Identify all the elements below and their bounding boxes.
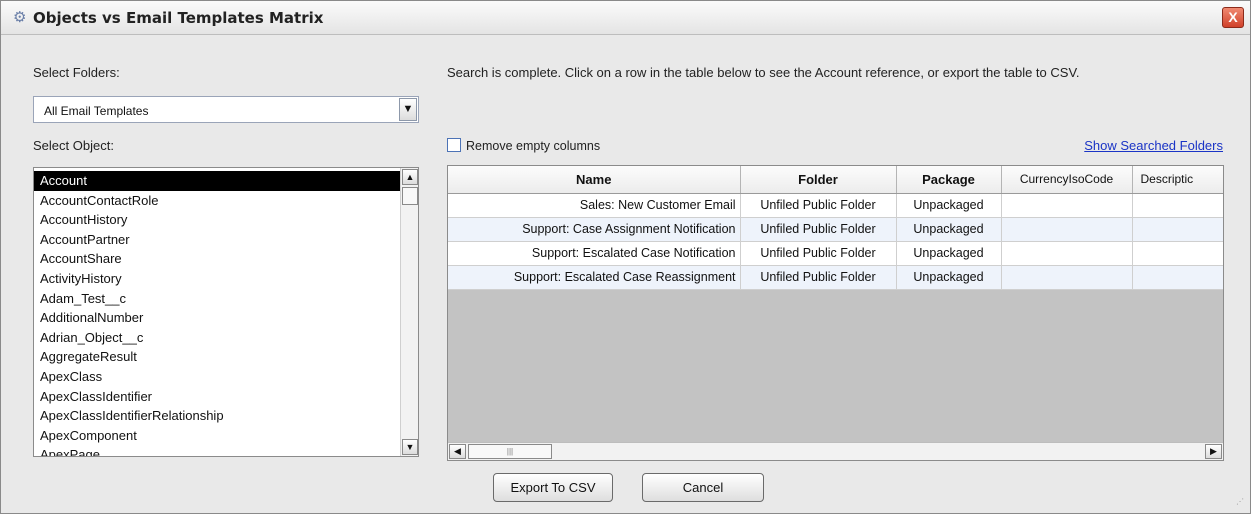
list-item-selected[interactable]: Account — [34, 171, 400, 191]
cell-folder[interactable]: Unfiled Public Folder — [740, 241, 897, 266]
cell-currency[interactable] — [1001, 217, 1133, 242]
list-item[interactable]: ApexClass — [34, 367, 400, 387]
table-row[interactable]: Support: Case Assignment Notification Un… — [448, 217, 1223, 242]
list-item[interactable]: ApexPage — [34, 445, 400, 456]
title-bar[interactable]: ⚙ Objects vs Email Templates Matrix X — [1, 1, 1250, 35]
remove-empty-columns-label[interactable]: Remove empty columns — [466, 139, 600, 153]
scroll-down-icon[interactable]: ▼ — [402, 439, 418, 455]
cell-name[interactable]: Support: Escalated Case Notification — [448, 241, 741, 266]
cell-description[interactable] — [1132, 265, 1223, 290]
list-item[interactable]: AccountHistory — [34, 210, 400, 230]
list-item[interactable]: ApexClassIdentifierRelationship — [34, 406, 400, 426]
list-item[interactable]: AggregateResult — [34, 347, 400, 367]
cell-description[interactable] — [1132, 193, 1223, 218]
table-horizontal-scrollbar[interactable]: ◀ ||| ▶ — [448, 442, 1223, 460]
cell-folder[interactable]: Unfiled Public Folder — [740, 217, 897, 242]
dialog-window: ⚙ Objects vs Email Templates Matrix X Se… — [0, 0, 1251, 514]
results-grid: Name Folder Package CurrencyIsoCode Desc… — [448, 166, 1223, 290]
gear-icon: ⚙ — [13, 9, 27, 26]
list-item[interactable]: AdditionalNumber — [34, 308, 400, 328]
cell-folder[interactable]: Unfiled Public Folder — [740, 193, 897, 218]
column-header-currency[interactable]: CurrencyIsoCode — [1001, 166, 1133, 194]
cell-currency[interactable] — [1001, 265, 1133, 290]
cell-name[interactable]: Sales: New Customer Email — [448, 193, 741, 218]
cell-package[interactable]: Unpackaged — [896, 265, 1002, 290]
window-title: Objects vs Email Templates Matrix — [33, 9, 324, 27]
cell-package[interactable]: Unpackaged — [896, 193, 1002, 218]
cell-description[interactable] — [1132, 241, 1223, 266]
object-list-scrollbar[interactable]: ▲ ▼ — [400, 168, 418, 456]
resize-grip-icon[interactable]: ⋰ — [1236, 498, 1246, 509]
results-table: Name Folder Package CurrencyIsoCode Desc… — [447, 165, 1224, 461]
list-item[interactable]: AccountShare — [34, 249, 400, 269]
close-icon: X — [1228, 9, 1238, 25]
cell-description[interactable] — [1132, 217, 1223, 242]
cancel-button[interactable]: Cancel — [642, 473, 764, 502]
table-row[interactable]: Support: Escalated Case Reassignment Unf… — [448, 265, 1223, 290]
folders-dropdown[interactable]: All Email Templates ▼ — [33, 96, 419, 123]
list-item[interactable]: AccountPartner — [34, 230, 400, 250]
scrollbar-thumb[interactable] — [402, 187, 418, 205]
cell-currency[interactable] — [1001, 193, 1133, 218]
folders-dropdown-value: All Email Templates — [44, 104, 149, 118]
select-object-label: Select Object: — [33, 138, 114, 153]
column-header-description[interactable]: Descriptic — [1132, 166, 1223, 194]
list-item[interactable]: ApexComponent — [34, 426, 400, 446]
scroll-right-icon[interactable]: ▶ — [1205, 444, 1222, 459]
show-searched-folders-link[interactable]: Show Searched Folders — [1084, 138, 1223, 153]
scroll-left-icon[interactable]: ◀ — [449, 444, 466, 459]
column-header-package[interactable]: Package — [896, 166, 1002, 194]
scrollbar-thumb[interactable]: ||| — [468, 444, 552, 459]
status-text: Search is complete. Click on a row in th… — [447, 65, 1080, 80]
chevron-down-icon[interactable]: ▼ — [399, 98, 417, 121]
close-button[interactable]: X — [1222, 7, 1244, 28]
table-row[interactable]: Sales: New Customer Email Unfiled Public… — [448, 193, 1223, 218]
export-csv-button[interactable]: Export To CSV — [493, 473, 613, 502]
cell-name[interactable]: Support: Escalated Case Reassignment — [448, 265, 741, 290]
table-row[interactable]: Support: Escalated Case Notification Unf… — [448, 241, 1223, 266]
cell-package[interactable]: Unpackaged — [896, 241, 1002, 266]
object-listbox[interactable]: Account AccountContactRole AccountHistor… — [33, 167, 419, 457]
list-item[interactable]: Adrian_Object__c — [34, 328, 400, 348]
scroll-up-icon[interactable]: ▲ — [402, 169, 418, 185]
cell-package[interactable]: Unpackaged — [896, 217, 1002, 242]
column-header-folder[interactable]: Folder — [740, 166, 897, 194]
list-item[interactable]: AccountContactRole — [34, 191, 400, 211]
cell-currency[interactable] — [1001, 241, 1133, 266]
column-header-name[interactable]: Name — [448, 166, 741, 194]
cell-folder[interactable]: Unfiled Public Folder — [740, 265, 897, 290]
remove-empty-columns-checkbox[interactable] — [447, 138, 461, 152]
cell-name[interactable]: Support: Case Assignment Notification — [448, 217, 741, 242]
list-item[interactable]: Adam_Test__c — [34, 289, 400, 309]
select-folders-label: Select Folders: — [33, 65, 120, 80]
list-item[interactable]: ActivityHistory — [34, 269, 400, 289]
list-item[interactable]: ApexClassIdentifier — [34, 387, 400, 407]
